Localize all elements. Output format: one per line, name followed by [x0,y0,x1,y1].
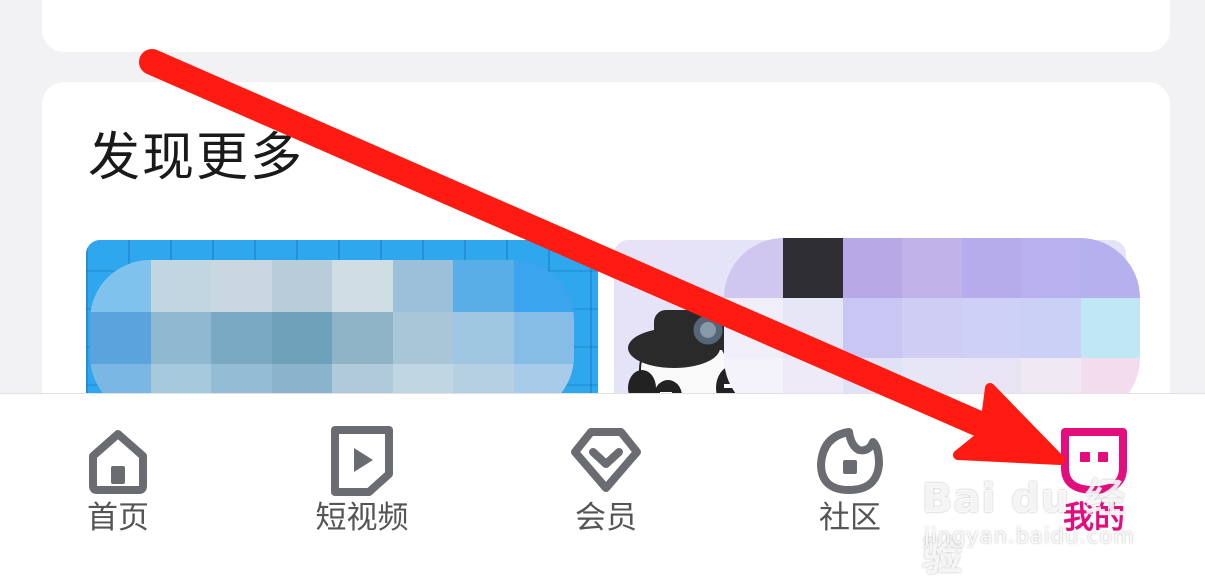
community-icon [817,428,883,494]
mosaic-cell [783,238,843,298]
mosaic-cell [392,260,453,312]
mosaic-cell [332,260,393,312]
mosaic-cell [842,298,903,358]
tab-label: 短视频 [315,500,409,536]
mosaic-cell [1021,298,1081,358]
mosaic-cell [453,260,514,312]
censored-mosaic [724,238,1140,418]
tab-label: 社区 [819,500,881,536]
mosaic-cell [724,298,784,358]
mosaic-cell [211,312,272,364]
mosaic-cell [1080,238,1140,298]
mosaic-cell [332,312,393,364]
tab-label: 会员 [575,500,637,536]
mosaic-cell [271,312,332,364]
mosaic-cell [961,298,1022,358]
mosaic-cell [211,260,272,312]
mosaic-cell [902,238,962,298]
bottom-tab-bar: 首页 短视频 会员 社区 我的 [0,393,1205,579]
mosaic-cell [453,312,514,364]
mosaic-cell [392,312,453,364]
tab-home[interactable]: 首页 [48,394,188,579]
mosaic-cell [961,238,1022,298]
mosaic-cell [90,312,151,364]
mosaic-cell [513,312,574,364]
section-title: 发现更多 [88,128,305,188]
mosaic-cell [842,238,903,298]
mosaic-cell [902,298,962,358]
app-screen: 发现更多 首页 短视频 会员 社区 我的 Bai du 经验 jingyan.b… [0,0,1205,579]
mosaic-cell [271,260,332,312]
tab-vip[interactable]: 会员 [536,394,676,579]
vip-diamond-icon [571,428,641,492]
short-video-icon [331,426,393,496]
mosaic-cell [1080,298,1140,358]
tab-label: 首页 [87,500,149,536]
tab-label: 我的 [1063,500,1125,536]
mosaic-cell [150,312,211,364]
mosaic-cell [150,260,211,312]
tab-short-video[interactable]: 短视频 [292,394,432,579]
profile-icon [1061,428,1127,494]
mosaic-cell [783,298,843,358]
top-card [42,0,1170,52]
tab-community[interactable]: 社区 [780,394,920,579]
home-icon [89,430,147,494]
tab-profile[interactable]: 我的 [1024,394,1164,579]
mosaic-cell [1021,238,1081,298]
